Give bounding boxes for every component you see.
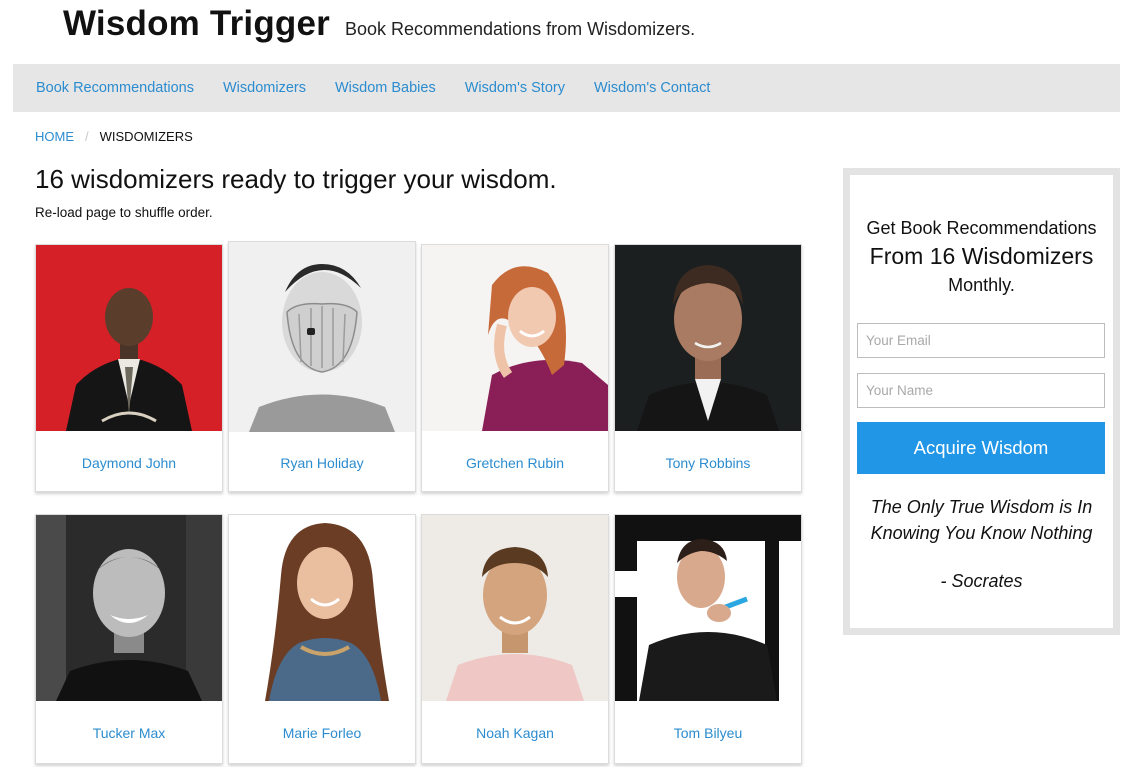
breadcrumb-separator: / [85, 129, 89, 144]
portrait-photo [36, 245, 222, 431]
promo-line-2: From 16 Wisdomizers [869, 243, 1094, 269]
wisdomizer-card-tony-robbins[interactable]: Tony Robbins [614, 244, 802, 492]
nav-item-book-recommendations[interactable]: Book Recommendations [36, 80, 194, 96]
wisdomizer-card-marie-forleo[interactable]: Marie Forleo [228, 514, 416, 764]
wisdomizer-name[interactable]: Marie Forleo [229, 725, 415, 741]
nav-item-wisdom-babies[interactable]: Wisdom Babies [335, 80, 436, 96]
nav-item-wisdoms-contact[interactable]: Wisdom's Contact [594, 80, 710, 96]
wisdomizer-name[interactable]: Ryan Holiday [229, 455, 415, 471]
portrait-photo [615, 515, 801, 701]
wisdomizer-name[interactable]: Tucker Max [36, 725, 222, 741]
wisdomizer-card-tom-bilyeu[interactable]: Tom Bilyeu [614, 514, 802, 764]
portrait-photo [422, 245, 608, 431]
quote-text: The Only True Wisdom is In Knowing You K… [850, 494, 1113, 546]
portrait-photo [229, 515, 415, 701]
main-nav: Book Recommendations Wisdomizers Wisdom … [13, 64, 1120, 112]
promo-line-1: Get Book Recommendations [866, 218, 1097, 238]
quote-line-1: The Only True Wisdom is In [870, 497, 1093, 517]
shuffle-note: Re-load page to shuffle order. [35, 205, 213, 220]
page-heading: 16 wisdomizers ready to trigger your wis… [35, 164, 557, 194]
acquire-wisdom-button[interactable]: Acquire Wisdom [857, 422, 1105, 474]
nav-item-wisdomizers[interactable]: Wisdomizers [223, 80, 306, 96]
quote-author: - Socrates [940, 571, 1023, 591]
signup-panel: Get Book Recommendations From 16 Wisdomi… [850, 175, 1113, 628]
wisdomizer-name[interactable]: Noah Kagan [422, 725, 608, 741]
wisdomizer-name[interactable]: Tony Robbins [615, 455, 801, 471]
quote-line-2: Knowing You Know Nothing [870, 523, 1093, 543]
site-header: Wisdom Trigger Book Recommendations from… [63, 4, 695, 54]
portrait-photo [36, 515, 222, 701]
wisdomizer-card-ryan-holiday[interactable]: Ryan Holiday [228, 241, 416, 492]
breadcrumb: HOME / WISDOMIZERS [35, 129, 193, 144]
wisdomizer-name[interactable]: Gretchen Rubin [422, 455, 608, 471]
wisdomizer-card-noah-kagan[interactable]: Noah Kagan [421, 514, 609, 764]
portrait-photo [422, 515, 608, 701]
site-title[interactable]: Wisdom Trigger [63, 4, 330, 44]
wisdomizer-name[interactable]: Tom Bilyeu [615, 725, 801, 741]
name-field[interactable] [857, 373, 1105, 408]
promo-line-3: Monthly. [948, 275, 1015, 295]
breadcrumb-home-link[interactable]: HOME [35, 129, 74, 144]
portrait-photo [615, 245, 801, 431]
breadcrumb-current: WISDOMIZERS [99, 129, 193, 144]
wisdomizer-card-daymond-john[interactable]: Daymond John [35, 244, 223, 492]
portrait-photo [229, 242, 415, 432]
nav-item-wisdoms-story[interactable]: Wisdom's Story [465, 80, 565, 96]
wisdomizer-name[interactable]: Daymond John [36, 455, 222, 471]
email-field[interactable] [857, 323, 1105, 358]
site-tagline: Book Recommendations from Wisdomizers. [344, 19, 696, 39]
wisdomizer-card-gretchen-rubin[interactable]: Gretchen Rubin [421, 244, 609, 492]
wisdomizer-card-tucker-max[interactable]: Tucker Max [35, 514, 223, 764]
signup-sidebar: Get Book Recommendations From 16 Wisdomi… [843, 168, 1120, 635]
